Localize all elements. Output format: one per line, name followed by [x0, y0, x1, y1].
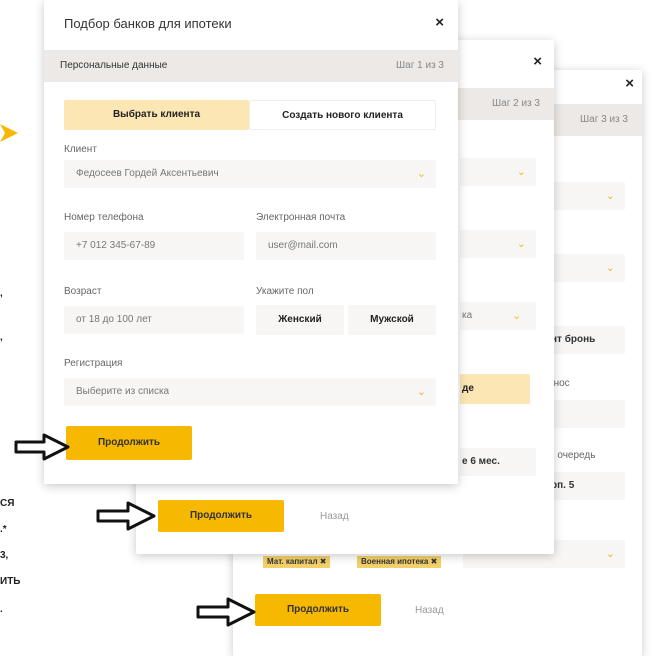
left-text-fragment: , — [0, 288, 3, 299]
section-title: Персональные данные — [60, 60, 168, 71]
registration-placeholder: Выберите из списка — [76, 386, 170, 397]
pointer-arrow-icon — [96, 501, 156, 531]
chevron-down-icon: ⌄ — [512, 310, 522, 322]
term-input[interactable]: е 6 мес. — [460, 448, 536, 476]
email-input[interactable]: user@mail.com — [256, 232, 436, 260]
client-select[interactable]: Федосеев Гордей Аксентьевич ⌄ — [64, 160, 436, 188]
select-client-tab[interactable]: Выбрать клиента — [64, 100, 249, 130]
tag-chip[interactable]: Мат. капитал ✖ — [263, 556, 331, 568]
chevron-down-icon: ⌄ — [516, 238, 526, 250]
gender-female-button[interactable]: Женский — [256, 305, 344, 335]
email-label: Электронная почта — [256, 212, 346, 223]
left-text-fragment: . — [0, 604, 3, 615]
step-indicator: Шаг 3 из 3 — [579, 114, 628, 125]
chevron-down-icon: ⌄ — [416, 386, 426, 398]
step-bar: Персональные данные Шаг 1 из 3 — [44, 50, 458, 82]
segment-selected[interactable]: де — [460, 374, 530, 404]
chevron-down-icon: ⌄ — [416, 168, 426, 180]
step-indicator: Шаг 1 из 3 — [395, 60, 444, 71]
client-label: Клиент — [64, 144, 97, 155]
modal-title: Подбор банков для ипотеки — [64, 16, 232, 31]
create-client-tab[interactable]: Создать нового клиента — [249, 100, 436, 130]
left-text-fragment: ИТЬ — [0, 576, 21, 587]
gender-male-button[interactable]: Мужской — [348, 305, 436, 335]
age-label: Возраст — [64, 286, 102, 297]
step-indicator: Шаг 2 из 3 — [491, 98, 540, 109]
close-icon[interactable]: × — [625, 76, 634, 91]
yellow-arrow-icon — [0, 124, 18, 142]
phone-label: Номер телефона — [64, 212, 144, 223]
left-text-fragment: 3, — [0, 550, 9, 561]
age-input[interactable]: от 18 до 100 лет — [64, 306, 244, 334]
booking-input[interactable]: нт бронь — [549, 326, 625, 354]
field-label: й очередь — [549, 450, 596, 461]
phone-input[interactable]: +7 012 345-67-89 — [64, 232, 244, 260]
back-link[interactable]: Назад — [320, 511, 349, 522]
queue-input[interactable]: рп. 5 — [549, 472, 625, 500]
tag-chip[interactable]: Военная ипотека ✖ — [357, 556, 442, 568]
close-icon[interactable]: × — [533, 54, 542, 69]
left-text-fragment: СЯ — [0, 498, 15, 509]
select-field[interactable]: ⌄ — [553, 254, 625, 282]
left-text-fragment: , — [0, 332, 3, 343]
continue-button[interactable]: Продолжить — [158, 500, 284, 532]
registration-label: Регистрация — [64, 358, 123, 369]
wear-input[interactable] — [549, 400, 625, 428]
back-link[interactable]: Назад — [415, 605, 444, 616]
left-text-fragment: .* — [0, 524, 7, 535]
select-field[interactable]: ⌄ — [460, 230, 536, 258]
chevron-down-icon: ⌄ — [605, 262, 615, 274]
pointer-arrow-icon — [14, 433, 70, 461]
select-field[interactable]: ⌄ — [460, 158, 536, 186]
mortgage-modal-step-1: Подбор банков для ипотеки × Персональные… — [44, 0, 458, 484]
pointer-arrow-icon — [196, 597, 256, 627]
gender-label: Укажите пол — [256, 286, 314, 297]
continue-button[interactable]: Продолжить — [255, 594, 381, 626]
continue-button[interactable]: Продолжить — [66, 426, 192, 460]
select-field[interactable]: ⌄ — [553, 182, 625, 210]
chevron-down-icon: ⌄ — [605, 548, 615, 560]
chevron-down-icon: ⌄ — [605, 190, 615, 202]
close-icon[interactable]: × — [435, 15, 444, 30]
registration-select[interactable]: Выберите из списка ⌄ — [64, 378, 436, 406]
client-value: Федосеев Гордей Аксентьевич — [76, 168, 219, 179]
chevron-down-icon: ⌄ — [516, 166, 526, 178]
